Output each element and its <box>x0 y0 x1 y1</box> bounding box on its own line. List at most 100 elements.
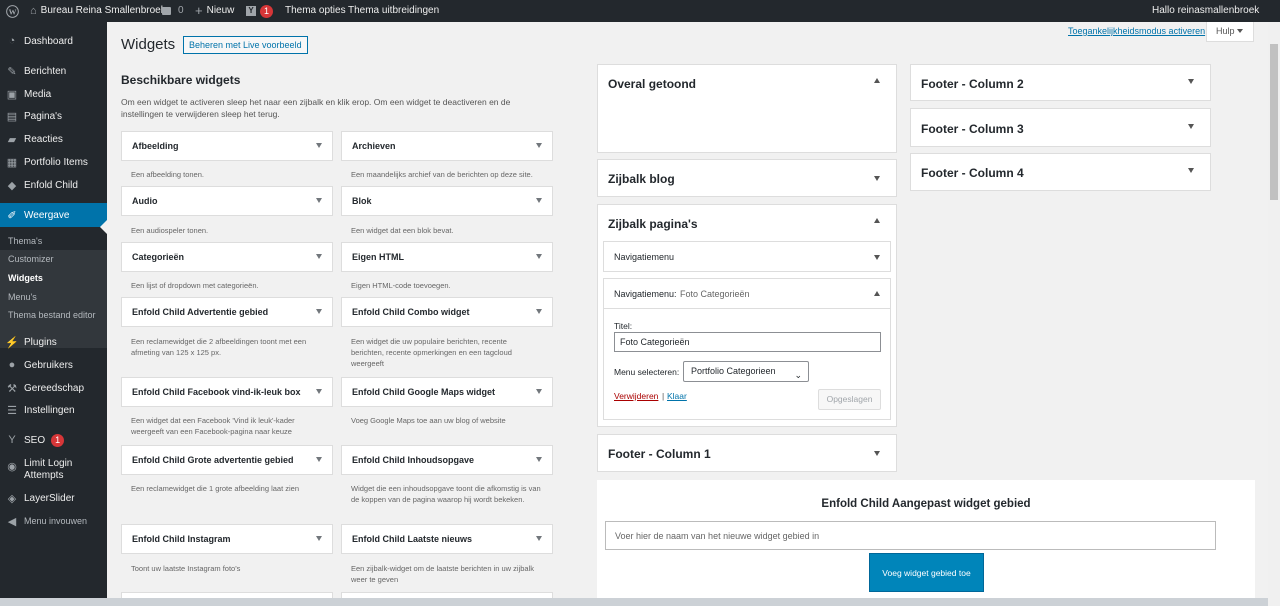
yoast-icon: Y <box>246 6 256 16</box>
menu-select[interactable]: Portfolio Categorieen ⌄ <box>683 361 809 382</box>
menu-item-gebruikers[interactable]: ● Gebruikers <box>0 354 107 376</box>
widget-archieven[interactable]: Archieven <box>341 131 553 161</box>
theme-options-link[interactable]: Thema opties <box>285 0 346 22</box>
menu-item-seo[interactable]: Y SEO 1 <box>0 429 107 451</box>
widget-blok[interactable]: Blok <box>341 186 553 216</box>
help-tab[interactable]: Hulp <box>1206 22 1254 42</box>
submenu-themes[interactable]: Thema's <box>0 232 107 250</box>
done-link[interactable]: Klaar <box>667 391 687 401</box>
toggle-arrow-icon[interactable] <box>316 389 322 394</box>
toggle-arrow-icon[interactable] <box>316 198 322 203</box>
menu-item-instellingen[interactable]: ☰ Instellingen <box>0 399 107 421</box>
toggle-arrow-icon[interactable] <box>316 254 322 259</box>
delete-link[interactable]: Verwijderen <box>614 391 658 401</box>
add-widget-area-button[interactable]: Voeg widget gebied toe <box>869 553 984 592</box>
account-greeting[interactable]: Hallo reinasmallenbroek <box>1152 0 1259 22</box>
link-separator: | <box>662 391 665 401</box>
collapse-arrow-icon[interactable] <box>874 291 880 296</box>
menu-label: Gereedschap <box>24 382 85 394</box>
expand-arrow-icon[interactable] <box>874 451 880 456</box>
menu-item-plugins[interactable]: ⚡ Plugins <box>0 331 107 353</box>
area-footer-column-1[interactable]: Footer - Column 1 <box>597 434 897 472</box>
widget-title: Eigen HTML <box>352 252 404 262</box>
collapse-arrow-icon[interactable] <box>874 218 880 223</box>
menu-item-layerslider[interactable]: ◈ LayerSlider <box>0 487 107 509</box>
area-title: Footer - Column 4 <box>921 166 1024 180</box>
widget-audio[interactable]: Audio <box>121 186 333 216</box>
menu-item-collapse[interactable]: ◀ Menu invouwen <box>0 510 107 532</box>
site-name-link[interactable]: ⌂ Bureau Reina Smallenbroek <box>30 0 166 22</box>
toggle-arrow-icon[interactable] <box>536 389 542 394</box>
widget-inhoudsopgave[interactable]: Enfold Child Inhoudsopgave <box>341 445 553 475</box>
area-footer-column-3[interactable]: Footer - Column 3 <box>910 108 1211 147</box>
menu-item-paginas[interactable]: ▤ Pagina's <box>0 105 107 127</box>
menu-item-portfolio[interactable]: ▦ Portfolio Items <box>0 151 107 173</box>
area-zijbalk-blog[interactable]: Zijbalk blog <box>597 159 897 197</box>
toggle-arrow-icon[interactable] <box>316 309 322 314</box>
menu-item-media[interactable]: ▣ Media <box>0 83 107 105</box>
menu-item-reacties[interactable]: ▰ Reacties <box>0 128 107 150</box>
comments-count: 0 <box>178 5 184 16</box>
toggle-arrow-icon[interactable] <box>536 457 542 462</box>
toggle-arrow-icon[interactable] <box>536 309 542 314</box>
new-area-name-input[interactable]: Voer hier de naam van het nieuwe widget … <box>605 521 1216 550</box>
live-preview-button[interactable]: Beheren met Live voorbeeld <box>183 36 308 54</box>
title-input[interactable]: Foto Categorieën <box>614 332 881 352</box>
toggle-arrow-icon[interactable] <box>316 143 322 148</box>
toggle-arrow-icon[interactable] <box>316 536 322 541</box>
expand-arrow-icon[interactable] <box>874 176 880 181</box>
theme-extensions-link[interactable]: Thema uitbreidingen <box>348 0 439 22</box>
saved-button[interactable]: Opgeslagen <box>818 389 881 410</box>
submenu-customizer[interactable]: Customizer <box>0 250 107 268</box>
widget-eigen-html[interactable]: Eigen HTML <box>341 242 553 272</box>
toggle-arrow-icon[interactable] <box>536 143 542 148</box>
area-overal-getoond[interactable]: Overal getoond <box>597 64 897 153</box>
menu-item-limit-login[interactable]: ◉ Limit Login Attempts <box>0 458 107 484</box>
widget-description: Een lijst of dropdown met categorieën. <box>131 281 259 290</box>
toggle-arrow-icon[interactable] <box>536 536 542 541</box>
yoast-seo-link[interactable]: Y 1 <box>246 0 274 22</box>
widget-categorieen[interactable]: Categorieën <box>121 242 333 272</box>
collapse-arrow-icon[interactable] <box>874 78 880 83</box>
widget-google-maps[interactable]: Enfold Child Google Maps widget <box>341 377 553 407</box>
expand-arrow-icon[interactable] <box>1188 124 1194 129</box>
submenu-menus[interactable]: Menu's <box>0 288 107 306</box>
widget-grote-advertentie[interactable]: Enfold Child Grote advertentie gebied <box>121 445 333 475</box>
widget-description: Een widget dat een Facebook 'Vind ik leu… <box>131 416 295 436</box>
comments-link[interactable]: 0 <box>162 0 184 22</box>
custom-area-title: Enfold Child Aangepast widget gebied <box>821 498 1031 510</box>
widget-advertentie[interactable]: Enfold Child Advertentie gebied <box>121 297 333 327</box>
menu-item-enfold[interactable]: ◆ Enfold Child <box>0 174 107 196</box>
widget-combo[interactable]: Enfold Child Combo widget <box>341 297 553 327</box>
wordpress-logo-icon[interactable]: W <box>6 0 19 22</box>
widget-laatste-nieuws[interactable]: Enfold Child Laatste nieuws <box>341 524 553 554</box>
toggle-arrow-icon[interactable] <box>536 198 542 203</box>
area-footer-column-4[interactable]: Footer - Column 4 <box>910 153 1211 191</box>
widget-header[interactable]: Navigatiemenu: Foto Categorieën <box>604 279 890 309</box>
submenu-theme-editor[interactable]: Thema bestand editor <box>0 306 107 324</box>
scrollbar-thumb[interactable] <box>1270 44 1278 200</box>
area-footer-column-2[interactable]: Footer - Column 2 <box>910 64 1211 101</box>
menu-item-weergave[interactable]: ✐ Weergave <box>0 203 107 227</box>
menu-item-berichten[interactable]: ✎ Berichten <box>0 60 107 82</box>
widget-navigatiemenu[interactable]: Navigatiemenu <box>603 241 891 272</box>
submenu-widgets[interactable]: Widgets <box>0 269 107 287</box>
toggle-arrow-icon[interactable] <box>316 457 322 462</box>
toggle-arrow-icon[interactable] <box>536 254 542 259</box>
widget-afbeelding[interactable]: Afbeelding <box>121 131 333 161</box>
new-content-link[interactable]: + Nieuw <box>195 0 234 22</box>
menu-item-dashboard[interactable]: ◔ Dashboard <box>0 30 107 52</box>
menu-label: Limit Login Attempts <box>24 458 73 481</box>
media-icon: ▣ <box>6 88 18 101</box>
expand-arrow-icon[interactable] <box>874 255 880 260</box>
expand-arrow-icon[interactable] <box>1188 79 1194 84</box>
widget-facebook[interactable]: Enfold Child Facebook vind-ik-leuk box <box>121 377 333 407</box>
widget-description: Widget die een inhoudsopgave toont die a… <box>351 484 541 504</box>
available-widgets-description: Om een widget te activeren sleep het naa… <box>121 97 511 119</box>
expand-arrow-icon[interactable] <box>1188 168 1194 173</box>
menu-select-value: Portfolio Categorieen <box>691 366 776 376</box>
widget-description: Voeg Google Maps toe aan uw blog of webs… <box>351 416 506 425</box>
widget-instagram[interactable]: Enfold Child Instagram <box>121 524 333 554</box>
menu-item-gereedschap[interactable]: ⚒ Gereedschap <box>0 377 107 399</box>
accessibility-mode-link[interactable]: Toegankelijkheidsmodus activeren <box>1068 26 1205 36</box>
